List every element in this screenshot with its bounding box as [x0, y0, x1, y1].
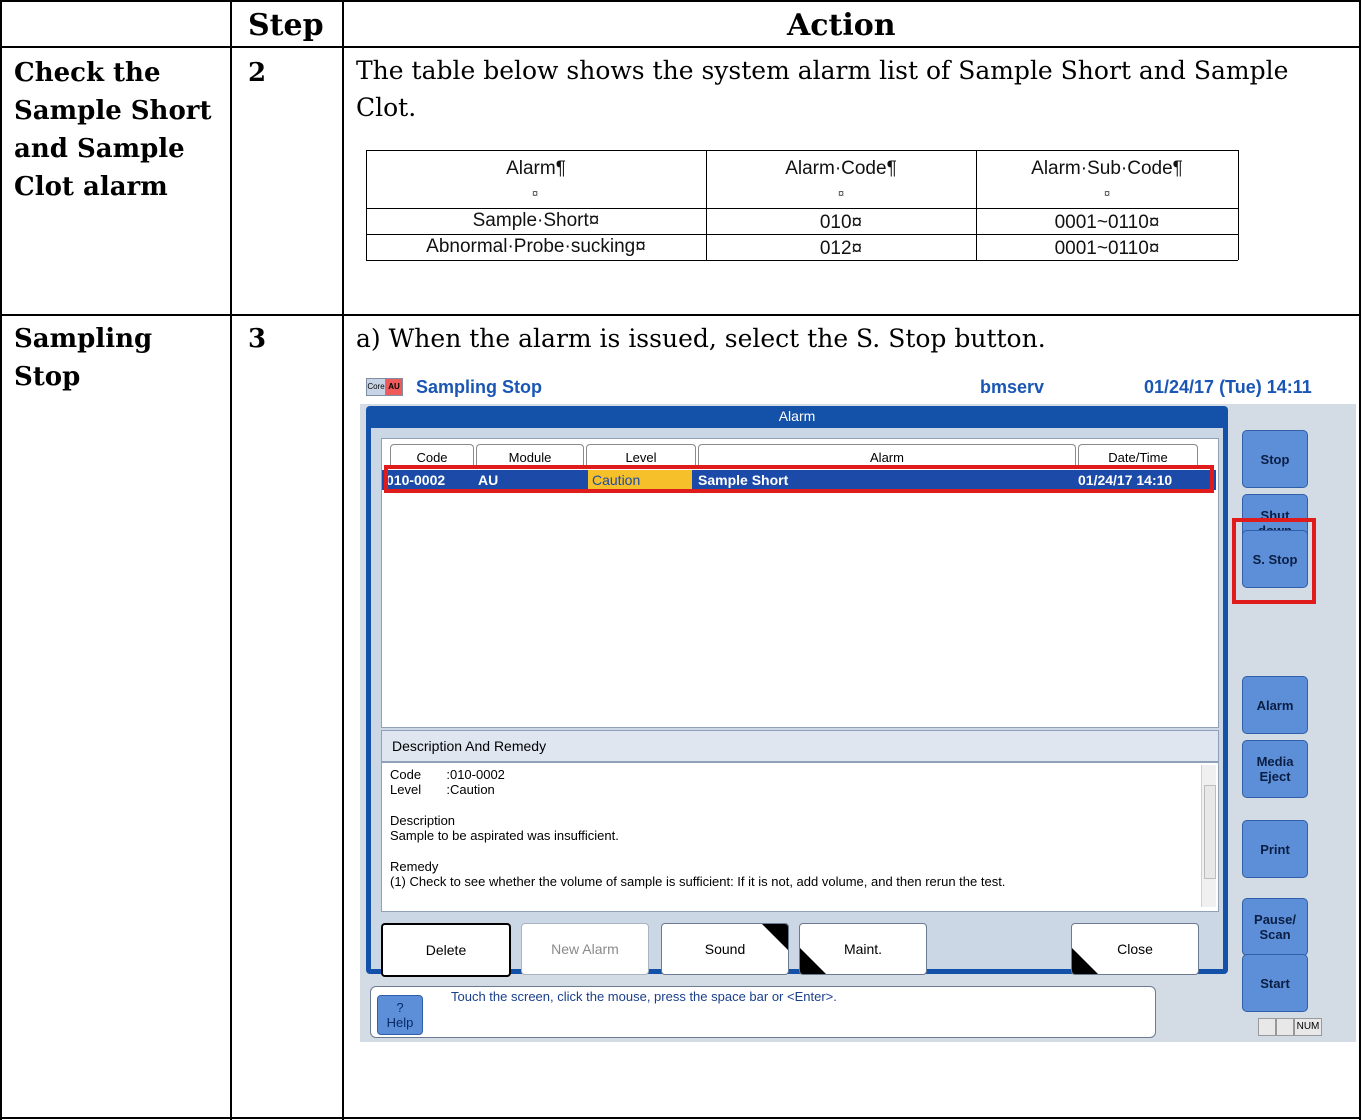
alarm-table-border	[366, 150, 1238, 151]
analyzer-screenshot: Core AU Sampling Stop bmserv 01/24/17 (T…	[360, 370, 1356, 1042]
title-bar: Core AU Sampling Stop bmserv 01/24/17 (T…	[360, 370, 1356, 404]
step-number: 3	[248, 324, 267, 354]
alarm-table-border	[366, 260, 1238, 261]
delete-button[interactable]: Delete	[381, 923, 511, 977]
media-line: Media	[1256, 754, 1294, 769]
section-line: Check the	[14, 58, 161, 88]
section-line: Sample Short	[14, 96, 212, 126]
header-action: Action	[787, 8, 896, 43]
cell-mark: ¤	[1104, 188, 1111, 200]
corner-marker	[800, 948, 826, 974]
s-stop-highlight-box	[1232, 518, 1316, 604]
alarm-table-border	[366, 208, 1238, 209]
alarm-table-cell: 010¤	[819, 212, 863, 233]
pause-line: Pause/	[1254, 912, 1296, 927]
alarm-table-cell: Abnormal·Probe·sucking¤	[426, 236, 646, 257]
alarm-table-cell: 0001~0110¤	[1054, 212, 1160, 233]
action-line: The table below shows the system alarm l…	[356, 56, 1289, 85]
cell-mark: ¤	[532, 188, 539, 200]
section-line: Sampling	[14, 324, 153, 354]
sound-label: Sound	[704, 941, 746, 957]
core-badge: Core	[366, 378, 386, 396]
alarm-table-header: Alarm¶	[506, 158, 566, 179]
alarm-table-cell: 012¤	[819, 238, 863, 259]
section-check-alarm: Check the Sample Short and Sample Clot a…	[14, 54, 212, 206]
desc-line: Description	[390, 813, 456, 828]
description-scrollbar[interactable]	[1201, 765, 1216, 907]
alarm-button[interactable]: Alarm	[1242, 676, 1308, 734]
description-title: Description And Remedy	[381, 730, 1219, 762]
alarm-table-cell: Sample·Short¤	[472, 210, 600, 231]
status-cell	[1276, 1018, 1294, 1036]
close-button[interactable]: Close	[1071, 923, 1199, 975]
pause-scan-button[interactable]: Pause/ Scan	[1242, 898, 1308, 956]
table-border-left	[0, 0, 2, 1120]
desc-line: Level :Caution	[390, 782, 495, 797]
cell-mark: ¤	[838, 188, 845, 200]
section-line: Clot alarm	[14, 172, 168, 202]
alarm-list: Code Module Level Alarm Date/Time 010-00…	[381, 438, 1219, 728]
procedure-document: Step Action Check the Sample Short and S…	[0, 0, 1361, 1120]
alarm-table-border	[366, 234, 1238, 235]
close-label: Close	[1117, 941, 1153, 957]
new-alarm-button[interactable]: New Alarm	[521, 923, 649, 975]
alarm-table-border	[1238, 150, 1239, 260]
section-line: Stop	[14, 362, 81, 392]
user-name: bmserv	[980, 377, 1045, 397]
maint-button[interactable]: Maint.	[799, 923, 927, 975]
print-button[interactable]: Print	[1242, 820, 1308, 878]
media-line: Eject	[1259, 769, 1291, 784]
screen-title: Sampling Stop	[416, 377, 542, 397]
desc-line: Code :010-0002	[390, 767, 505, 782]
desc-line: (1) Check to see whether the volume of s…	[390, 874, 1006, 889]
header-step: Step	[248, 8, 324, 43]
sound-button[interactable]: Sound	[661, 923, 789, 975]
help-button[interactable]: ? Help	[377, 995, 423, 1035]
help-message: Touch the screen, click the mouse, press…	[451, 989, 837, 1004]
stop-button[interactable]: Stop	[1242, 430, 1308, 488]
table-col-divider-2	[342, 0, 344, 1120]
corner-marker	[762, 924, 788, 950]
num-indicator: NUM	[1294, 1018, 1322, 1036]
action-text: The table below shows the system alarm l…	[356, 52, 1288, 126]
row-highlight-box	[384, 465, 1214, 493]
step-number: 2	[248, 58, 267, 88]
table-border-bottom	[0, 1117, 1361, 1119]
action-text: a) When the alarm is issued, select the …	[356, 324, 1046, 353]
au-badge: AU	[385, 378, 403, 396]
table-border-top	[0, 0, 1361, 2]
section-line: and Sample	[14, 134, 185, 164]
help-bar: ? Help Touch the screen, click the mouse…	[370, 986, 1156, 1038]
description-box: Code :010-0002 Level :Caution Descriptio…	[381, 762, 1219, 912]
question-icon: ?	[396, 1000, 404, 1015]
table-header-divider	[0, 46, 1361, 48]
datetime: 01/24/17 (Tue) 14:11	[1144, 377, 1312, 397]
alarm-table-cell: 0001~0110¤	[1054, 238, 1160, 259]
table-row-divider	[0, 314, 1361, 316]
alarm-panel-body: Code Module Level Alarm Date/Time 010-00…	[371, 428, 1223, 977]
scroll-thumb[interactable]	[1204, 785, 1216, 879]
alarm-table-header: Alarm·Sub·Code¶	[1031, 158, 1183, 179]
maint-label: Maint.	[843, 941, 883, 957]
corner-marker	[1072, 948, 1098, 974]
help-label: Help	[386, 1015, 414, 1030]
desc-line: Sample to be aspirated was insufficient.	[390, 828, 619, 843]
section-sampling-stop: Sampling Stop	[14, 320, 152, 396]
alarm-panel-title: Alarm	[778, 408, 816, 424]
status-cell	[1258, 1018, 1276, 1036]
desc-line: Remedy	[390, 859, 439, 874]
alarm-table-header: Alarm·Code¶	[785, 158, 897, 179]
alarm-panel: Alarm Code Module Level Alarm Date/Time …	[366, 406, 1228, 977]
pause-line: Scan	[1259, 927, 1291, 942]
table-col-divider-1	[230, 0, 232, 1120]
action-line: Clot.	[356, 93, 417, 122]
start-button[interactable]: Start	[1242, 954, 1308, 1012]
media-eject-button[interactable]: Media Eject	[1242, 740, 1308, 798]
